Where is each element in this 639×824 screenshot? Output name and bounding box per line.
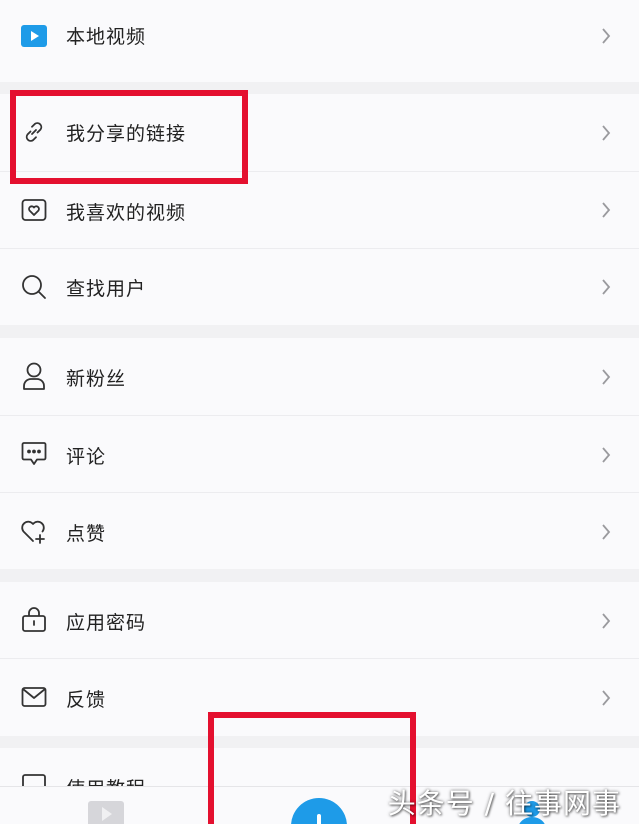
lock-icon (20, 606, 48, 634)
person-icon (20, 362, 48, 390)
play-icon (20, 22, 48, 50)
heart-box-icon (20, 196, 48, 224)
menu-item-likes[interactable]: 点赞 (0, 493, 639, 569)
menu-item-shared-links[interactable]: 我分享的链接 (0, 94, 639, 171)
menu-item-find-users[interactable]: 查找用户 (0, 249, 639, 325)
section-gap (0, 325, 639, 338)
chevron-right-icon (599, 275, 613, 299)
comment-icon (20, 440, 48, 468)
chevron-right-icon (599, 609, 613, 633)
menu-label: 查找用户 (66, 278, 147, 300)
menu-label: 点赞 (66, 523, 107, 545)
link-icon (20, 118, 48, 146)
section-gap (0, 569, 639, 582)
plus-icon[interactable] (290, 797, 348, 824)
menu-label: 新粉丝 (66, 368, 127, 390)
menu-item-local-video[interactable]: 本地视频 (0, 0, 639, 82)
menu-label: 反馈 (66, 689, 107, 711)
chevron-right-icon (599, 198, 613, 222)
menu-item-new-fans[interactable]: 新粉丝 (0, 338, 639, 415)
menu-item-comments[interactable]: 评论 (0, 416, 639, 492)
heart-plus-icon (20, 517, 48, 545)
chevron-right-icon (599, 365, 613, 389)
chevron-right-icon (599, 24, 613, 48)
menu-item-app-password[interactable]: 应用密码 (0, 582, 639, 658)
chevron-right-icon (599, 121, 613, 145)
menu-label: 应用密码 (66, 612, 147, 634)
menu-label: 我喜欢的视频 (66, 202, 187, 224)
menu-item-liked-videos[interactable]: 我喜欢的视频 (0, 172, 639, 248)
section-gap (0, 82, 639, 94)
chevron-right-icon (599, 686, 613, 710)
video-tab-icon[interactable] (88, 799, 124, 824)
section-gap (0, 736, 639, 748)
search-icon (20, 273, 48, 301)
menu-label: 评论 (66, 446, 107, 468)
menu-label: 我分享的链接 (66, 123, 187, 145)
chevron-right-icon (599, 443, 613, 467)
mail-icon (20, 683, 48, 711)
chevron-right-icon (599, 520, 613, 544)
settings-screen: 本地视频 我分享的链接 我喜欢的视频 查找用户 新粉丝 评论 点赞 应用密码 反… (0, 0, 639, 824)
menu-label: 本地视频 (66, 26, 147, 48)
watermark-text: 头条号 / 往事网事 (387, 787, 621, 820)
menu-item-feedback[interactable]: 反馈 (0, 659, 639, 736)
